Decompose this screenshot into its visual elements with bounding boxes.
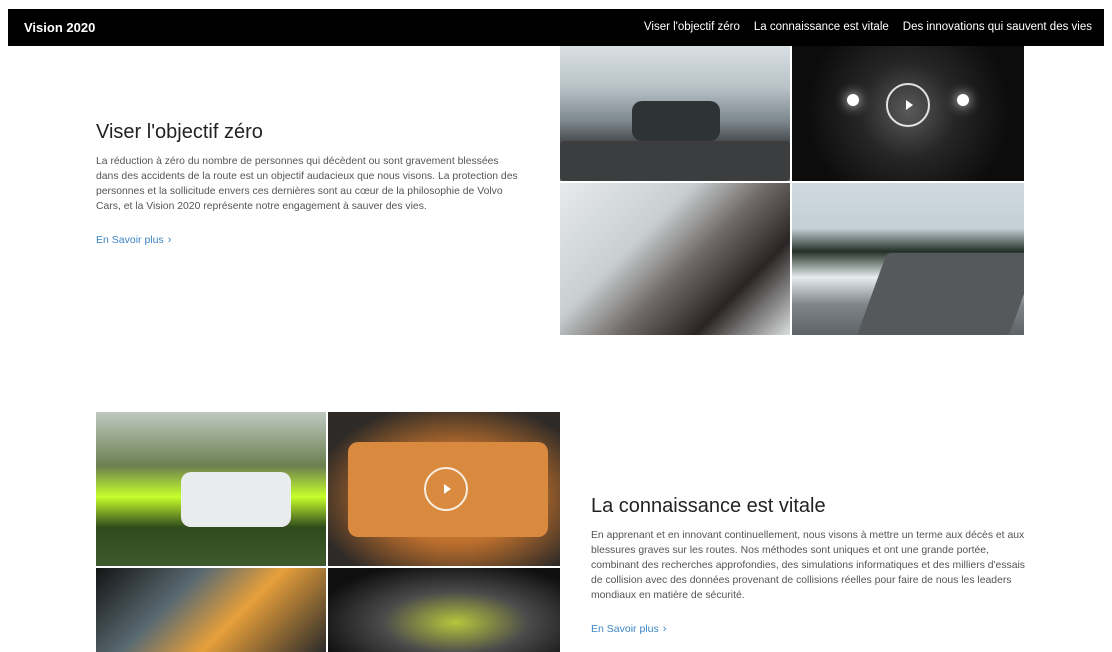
section-paragraph: En apprenant et en innovant continuellem… bbox=[591, 530, 1025, 601]
brand-logo-text[interactable]: Vision 2020 bbox=[24, 20, 95, 35]
image-car-headlights-video[interactable] bbox=[792, 46, 1024, 181]
section-title: La connaissance est vitale bbox=[591, 495, 826, 517]
chevron-right-icon: › bbox=[662, 623, 667, 635]
chevron-right-icon: › bbox=[167, 234, 172, 246]
play-triangle bbox=[905, 100, 913, 110]
road-shape bbox=[857, 253, 1024, 335]
road-shape bbox=[560, 141, 790, 181]
learn-more-label: En Savoir plus bbox=[96, 234, 164, 246]
image-woman-hair-wind[interactable] bbox=[560, 183, 790, 335]
section-connaissance-image-grid bbox=[96, 412, 560, 652]
learn-more-label: En Savoir plus bbox=[591, 623, 659, 635]
image-crash-investigator[interactable] bbox=[96, 412, 326, 566]
image-suv-driving-coast[interactable] bbox=[560, 46, 790, 181]
section-objectif-zero-text: Viser l'objectif zéro La réduction à zér… bbox=[96, 121, 521, 248]
image-crash-test-lab[interactable] bbox=[328, 568, 560, 652]
headlight-right bbox=[957, 94, 969, 106]
section-objectif-zero-image-grid bbox=[560, 46, 1024, 335]
play-triangle bbox=[443, 484, 451, 494]
car-shape bbox=[181, 472, 291, 527]
learn-more-link[interactable]: En Savoir plus › bbox=[591, 623, 666, 635]
section-paragraph: La réduction à zéro du nombre de personn… bbox=[96, 156, 518, 212]
nav-item-innovations[interactable]: Des innovations qui sauvent des vies bbox=[903, 21, 1092, 33]
headlight-left bbox=[847, 94, 859, 106]
nav-item-objectif-zero[interactable]: Viser l'objectif zéro bbox=[644, 21, 740, 33]
main-nav: Viser l'objectif zéro La connaissance es… bbox=[644, 21, 1092, 33]
nav-item-connaissance[interactable]: La connaissance est vitale bbox=[754, 21, 889, 33]
image-snowy-road[interactable] bbox=[792, 183, 1024, 335]
section-title: Viser l'objectif zéro bbox=[96, 121, 263, 143]
learn-more-link[interactable]: En Savoir plus › bbox=[96, 234, 171, 246]
top-navigation-bar: Vision 2020 Viser l'objectif zéro La con… bbox=[8, 9, 1104, 46]
play-icon[interactable] bbox=[424, 467, 468, 511]
play-icon[interactable] bbox=[886, 83, 930, 127]
image-crash-test-suv-video[interactable] bbox=[328, 412, 560, 566]
car-shape bbox=[632, 101, 720, 141]
image-crash-test-cars-overhead[interactable] bbox=[96, 568, 326, 652]
section-connaissance-text: La connaissance est vitale En apprenant … bbox=[591, 495, 1031, 637]
